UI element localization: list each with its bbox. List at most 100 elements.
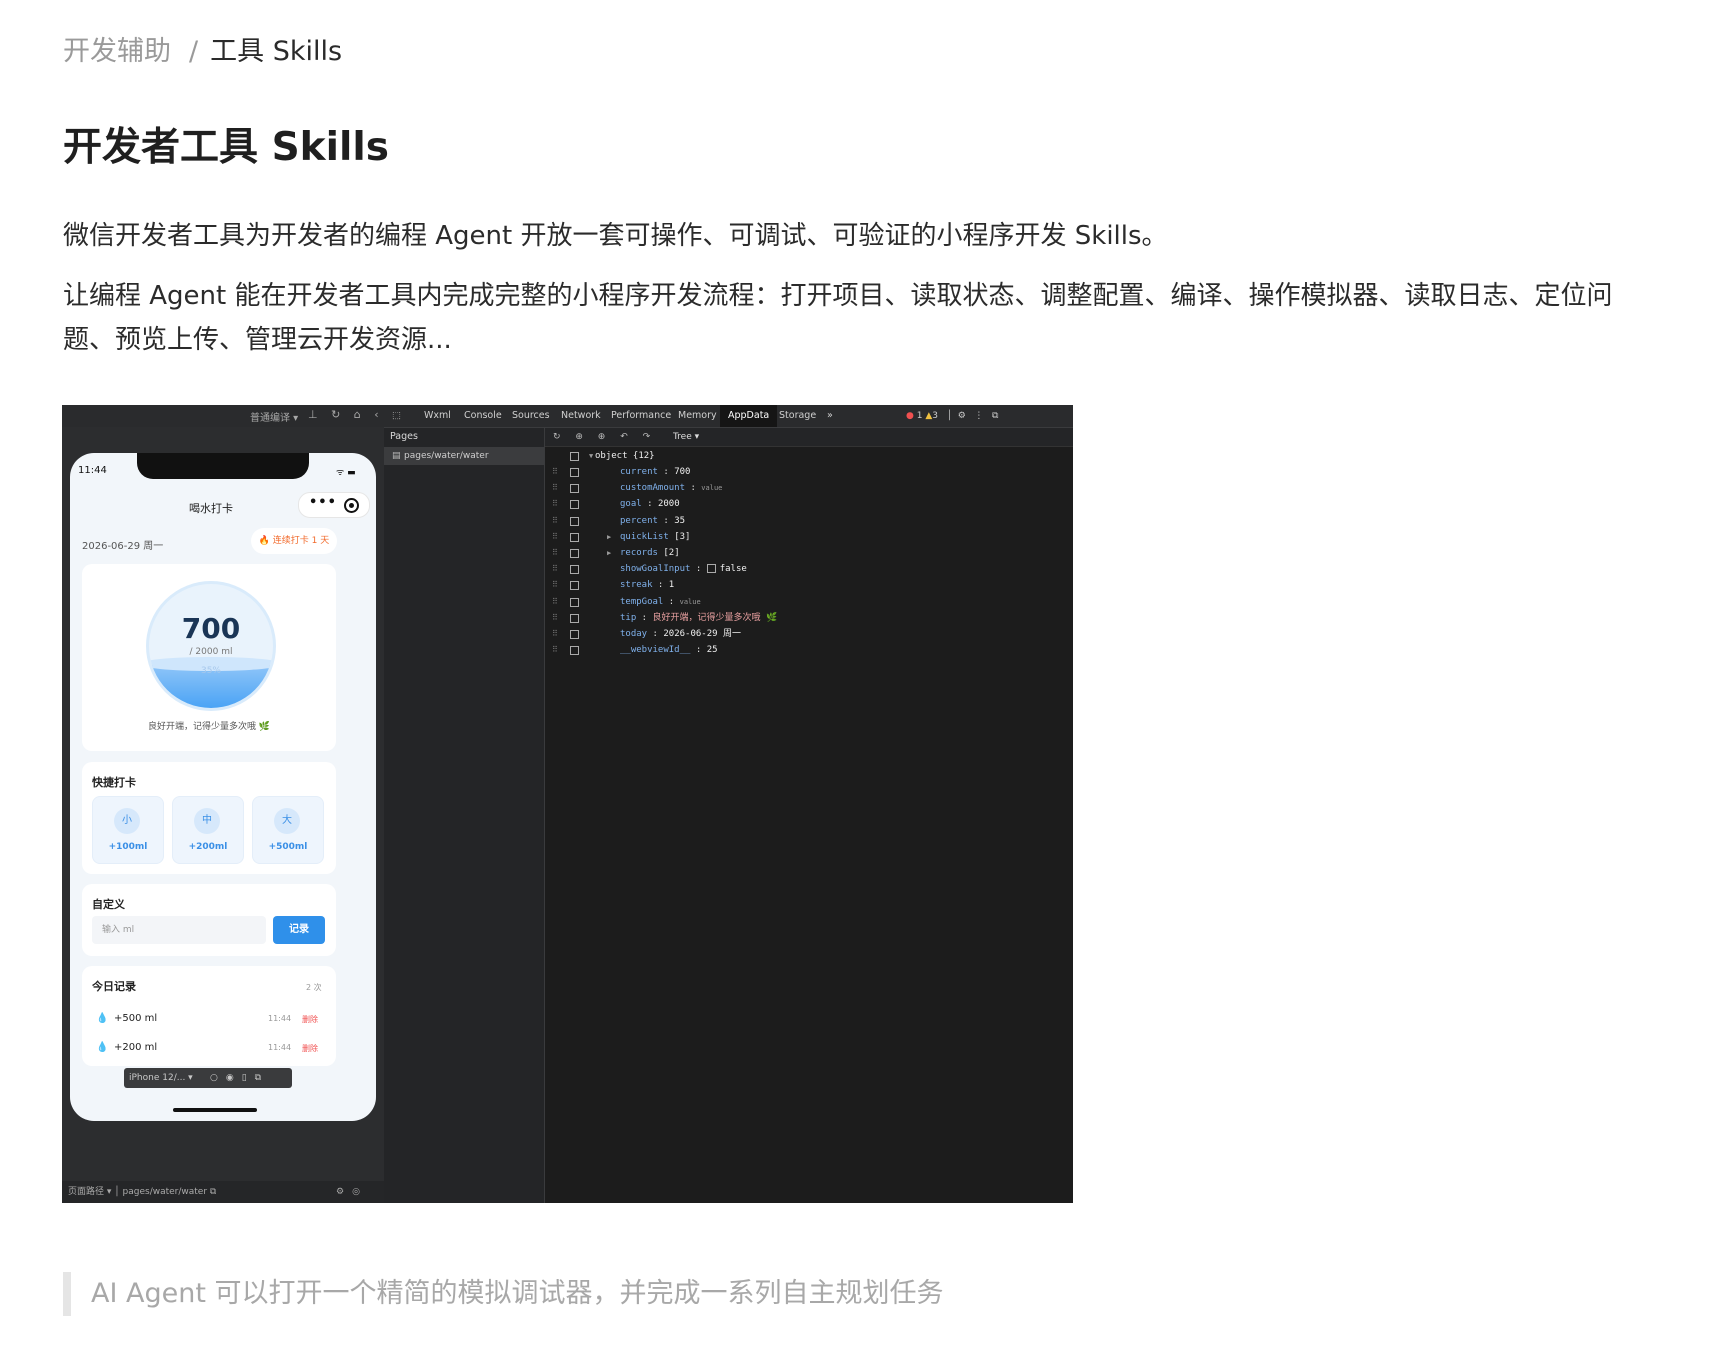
row-checkbox[interactable] (570, 597, 579, 607)
settings-icon[interactable]: ⚙ (958, 411, 966, 421)
appdata-value[interactable]: [3] (674, 532, 690, 542)
row-checkbox[interactable] (570, 549, 579, 558)
drag-handle-icon[interactable]: ⠿ (552, 496, 558, 512)
drag-handle-icon[interactable]: ⠿ (552, 626, 558, 642)
breadcrumb-parent-link[interactable]: 开发辅助 (63, 36, 171, 67)
row-checkbox[interactable] (570, 452, 579, 461)
percent-label: 35% (200, 666, 221, 676)
appdata-row-streak[interactable]: ⠿ streak : 1 (545, 577, 1073, 593)
key-separator: : (657, 467, 675, 477)
appdata-root-row[interactable]: ▼ object {12} (545, 448, 1073, 464)
tab-appdata[interactable]: AppData (720, 405, 778, 427)
key-name: streak (620, 580, 653, 591)
delete-record-button[interactable]: 删除 (302, 1014, 318, 1025)
tab-wxml[interactable]: Wxml (424, 405, 451, 427)
appdata-value[interactable]: 25 (707, 645, 718, 655)
undock-icon[interactable]: ⧉ (992, 411, 998, 421)
appdata-pane: ↻ ⊕ ⊕ ↶ ↷ Tree ▾ ▼ object {12} ⠿ current … (545, 428, 1073, 1203)
appdata-value[interactable]: value (680, 598, 701, 606)
row-checkbox[interactable] (570, 565, 579, 575)
quick-small-button[interactable]: 小 +100ml (92, 796, 164, 864)
appdata-value[interactable]: false (720, 564, 747, 574)
appdata-row-quickList[interactable]: ⠿ ▶ quickList [3] (545, 529, 1073, 545)
drag-handle-icon[interactable]: ⠿ (552, 464, 558, 480)
device-control-icons[interactable]: ○◉▯⧉ (210, 1068, 269, 1088)
drag-handle-icon[interactable]: ⠿ (552, 513, 558, 529)
tab-network[interactable]: Network (561, 405, 601, 427)
view-mode-select[interactable]: Tree ▾ (673, 428, 699, 446)
appdata-value[interactable]: value (701, 484, 722, 492)
row-checkbox[interactable] (570, 500, 579, 510)
footer-icons[interactable]: ⚙◎ (336, 1181, 368, 1203)
row-checkbox[interactable] (570, 630, 579, 639)
more-tabs-icon[interactable]: » (827, 405, 833, 427)
appdata-row-customAmount[interactable]: ⠿ customAmount : value (545, 480, 1073, 496)
drag-handle-icon[interactable]: ⠿ (552, 480, 558, 496)
appdata-row-goal[interactable]: ⠿ goal : 2000 (545, 496, 1073, 512)
appdata-row-showGoalInput[interactable]: ⠿ showGoalInput : false (545, 561, 1073, 577)
appdata-value[interactable]: 良好开端，记得少量多次哦 🌿 (653, 613, 778, 623)
kebab-menu-icon[interactable]: ⋮ (974, 411, 983, 421)
appdata-value[interactable]: [2] (663, 548, 679, 558)
row-checkbox[interactable] (570, 484, 579, 494)
record-button[interactable]: 记录 (273, 916, 325, 944)
error-icon[interactable]: ● (906, 411, 914, 421)
drag-handle-icon[interactable]: ⠿ (552, 594, 558, 610)
appdata-row-percent[interactable]: ⠿ percent : 35 (545, 513, 1073, 529)
drag-handle-icon[interactable]: ⠿ (552, 545, 558, 561)
appdata-row-records[interactable]: ⠿ ▶ records [2] (545, 545, 1073, 561)
appdata-key: percent : 35 (620, 513, 685, 529)
page-item[interactable]: ▤ pages/water/water (384, 447, 544, 465)
drag-handle-icon[interactable]: ⠿ (552, 529, 558, 545)
record-time: 11:44 (268, 1043, 292, 1052)
expand-arrow-icon[interactable]: ▼ (589, 448, 593, 464)
close-capsule-icon[interactable] (344, 498, 359, 513)
drag-handle-icon[interactable]: ⠿ (552, 561, 558, 577)
bool-checkbox[interactable] (706, 564, 716, 574)
appdata-value[interactable]: 2000 (658, 499, 680, 509)
tab-performance[interactable]: Performance (611, 405, 671, 427)
appdata-value[interactable]: 2026-06-29 周一 (663, 629, 741, 639)
appdata-row-tempGoal[interactable]: ⠿ tempGoal : value (545, 594, 1073, 610)
appdata-key: streak : 1 (620, 577, 674, 593)
device-select[interactable]: iPhone 12/... ▾ (129, 1068, 193, 1088)
appdata-value[interactable]: 700 (674, 467, 690, 477)
drag-handle-icon[interactable]: ⠿ (552, 610, 558, 626)
compile-mode-select[interactable]: 普通编译 ▾ (250, 409, 298, 424)
row-checkbox[interactable] (570, 468, 579, 477)
drag-handle-icon[interactable]: ⠿ (552, 642, 558, 658)
appdata-toolbar-icons[interactable]: ↻ ⊕ ⊕ ↶ ↷ (553, 428, 656, 446)
quick-medium-button[interactable]: 中 +200ml (172, 796, 244, 864)
delete-record-button[interactable]: 删除 (302, 1043, 318, 1054)
custom-amount-input[interactable]: 输入 ml (92, 916, 266, 944)
row-checkbox[interactable] (570, 581, 579, 591)
page-path[interactable]: 页面路径 ▾ │ pages/water/water ⧉ (68, 1181, 216, 1203)
inspect-icon[interactable]: ⬚ (392, 405, 401, 427)
row-checkbox[interactable] (570, 516, 579, 526)
key-separator: : (657, 515, 675, 526)
key-separator: : (690, 645, 707, 656)
drag-handle-icon[interactable]: ⠿ (552, 577, 558, 593)
tab-memory[interactable]: Memory (678, 405, 717, 427)
tab-storage[interactable]: Storage (779, 405, 816, 427)
row-checkbox[interactable] (570, 613, 579, 623)
appdata-row-tip[interactable]: ⠿ tip : 良好开端，记得少量多次哦 🌿 (545, 610, 1073, 626)
appdata-value[interactable]: 1 (669, 580, 674, 590)
more-icon[interactable]: ••• (309, 495, 337, 510)
simulator-toolbar-icons[interactable]: ⊥ ↻ ⌂ ‹ (308, 408, 384, 421)
workflow-paragraph: 让编程 Agent 能在开发者工具内完成完整的小程序开发流程：打开项目、读取状态… (63, 281, 1613, 355)
expand-arrow-icon[interactable]: ▶ (607, 545, 611, 561)
appdata-row-current[interactable]: ⠿ current : 700 (545, 464, 1073, 480)
tab-sources[interactable]: Sources (512, 405, 550, 427)
expand-arrow-icon[interactable]: ▶ (607, 529, 611, 545)
key-separator: : (663, 596, 680, 607)
menu-capsule: ••• (298, 492, 370, 518)
quick-large-button[interactable]: 大 +500ml (252, 796, 324, 864)
tab-console[interactable]: Console (464, 405, 502, 427)
appdata-key: __webviewId__ : 25 (620, 642, 718, 658)
appdata-value[interactable]: 35 (674, 516, 685, 526)
appdata-row-webviewId[interactable]: ⠿ __webviewId__ : 25 (545, 642, 1073, 658)
row-checkbox[interactable] (570, 646, 579, 656)
row-checkbox[interactable] (570, 532, 579, 542)
appdata-row-today[interactable]: ⠿ today : 2026-06-29 周一 (545, 626, 1073, 642)
